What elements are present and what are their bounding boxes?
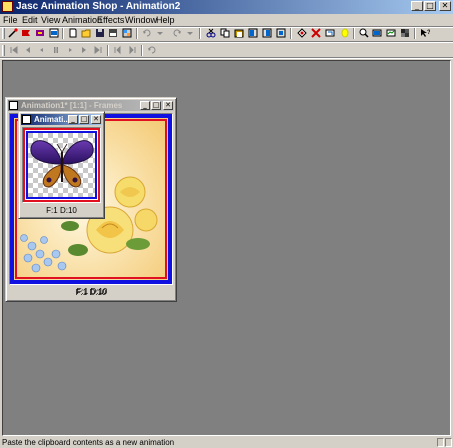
toolbar-grip[interactable] <box>2 45 5 56</box>
frame-info-label: F:1 D:10 <box>75 288 107 297</box>
frame-properties-icon[interactable] <box>340 28 350 38</box>
butterfly-image <box>23 128 100 202</box>
close-button[interactable]: ✕ <box>163 101 173 110</box>
zoom-icon[interactable] <box>359 28 369 38</box>
menu-help[interactable]: Help <box>156 14 175 26</box>
app-titlebar[interactable]: Jasc Animation Shop - Animation2 _ □ ✕ <box>0 0 453 14</box>
toolbar-separator <box>414 28 416 39</box>
undo-dropdown-icon[interactable] <box>155 28 165 38</box>
document-icon[interactable] <box>9 101 18 110</box>
status-pane <box>437 438 444 447</box>
app-title: Jasc Animation Shop - Animation2 <box>16 1 181 12</box>
effect-icon[interactable] <box>35 28 45 38</box>
app-window: Jasc Animation Shop - Animation2 _ □ ✕ F… <box>0 0 453 448</box>
divider <box>0 41 453 43</box>
palette-icon[interactable] <box>400 28 410 38</box>
play-icon[interactable] <box>65 45 75 55</box>
minimize-button[interactable]: _ <box>68 115 78 124</box>
help-icon[interactable]: ? <box>420 28 430 38</box>
paste-after-icon[interactable] <box>262 28 272 38</box>
menu-edit[interactable]: Edit <box>22 14 38 26</box>
close-button[interactable]: ✕ <box>91 115 101 124</box>
frames-window-title: Animation1* [1:1] - Frames <box>21 101 123 110</box>
browse-icon[interactable] <box>122 28 132 38</box>
paste-new-icon[interactable] <box>234 28 244 38</box>
next-frame-icon[interactable] <box>79 45 89 55</box>
open-icon[interactable] <box>81 28 91 38</box>
paste-before-icon[interactable] <box>248 28 258 38</box>
animation2-window[interactable]: Animati... _ □ ✕ F:1 D:10 <box>18 111 105 219</box>
paste-into-icon[interactable] <box>276 28 286 38</box>
toolbar-separator <box>141 45 143 56</box>
main-toolbar: ? <box>0 27 453 40</box>
optimize-icon[interactable] <box>386 28 396 38</box>
save-as-icon[interactable] <box>108 28 118 38</box>
menubar: File Edit View Animation Effects Window … <box>0 14 453 26</box>
step-back-icon[interactable] <box>113 45 123 55</box>
status-pane <box>445 438 452 447</box>
minimize-button[interactable]: _ <box>411 1 423 11</box>
toolbar-separator <box>136 28 138 39</box>
maximize-button[interactable]: □ <box>424 1 436 11</box>
mdi-workspace[interactable]: Animation1* [1:1] - Frames _ □ ✕ F:1 D:1… <box>2 60 451 436</box>
replace-color-icon[interactable] <box>297 28 307 38</box>
last-frame-icon[interactable] <box>93 45 103 55</box>
view-animation-icon[interactable] <box>372 28 382 38</box>
document-icon[interactable] <box>22 115 31 124</box>
menu-file[interactable]: File <box>3 14 18 26</box>
frame-info-label: F:1 D:10 <box>46 206 77 215</box>
statusbar: Paste the clipboard contents as a new an… <box>0 437 453 448</box>
close-button[interactable]: ✕ <box>439 1 451 11</box>
animation2-frame[interactable] <box>22 127 101 203</box>
app-icon[interactable] <box>2 1 13 12</box>
delete-icon[interactable] <box>311 28 321 38</box>
wizard-icon[interactable] <box>8 28 18 38</box>
prev-frame-icon[interactable] <box>23 45 33 55</box>
divider <box>0 57 453 59</box>
animation2-window-title: Animati... <box>34 115 71 124</box>
menu-effects[interactable]: Effects <box>97 14 124 26</box>
toolbar-separator <box>353 28 355 39</box>
new-icon[interactable] <box>68 28 78 38</box>
play-back-icon[interactable] <box>37 45 47 55</box>
redo-dropdown-icon[interactable] <box>185 28 195 38</box>
menu-window[interactable]: Window <box>125 14 157 26</box>
status-text: Paste the clipboard contents as a new an… <box>2 438 175 447</box>
stop-icon[interactable] <box>51 45 61 55</box>
banner-icon[interactable] <box>21 28 31 38</box>
toolbar-separator <box>107 45 109 56</box>
step-forward-icon[interactable] <box>127 45 137 55</box>
first-frame-icon[interactable] <box>9 45 19 55</box>
save-icon[interactable] <box>95 28 105 38</box>
undo-icon[interactable] <box>142 28 152 38</box>
crop-icon[interactable] <box>325 28 335 38</box>
video-icon[interactable] <box>49 28 59 38</box>
vcr-toolbar <box>0 44 453 57</box>
maximize-button[interactable]: □ <box>79 115 89 124</box>
toolbar-separator <box>199 28 201 39</box>
toolbar-separator <box>290 28 292 39</box>
maximize-button[interactable]: □ <box>151 101 161 110</box>
minimize-button[interactable]: _ <box>140 101 150 110</box>
toolbar-grip[interactable] <box>2 28 5 39</box>
svg-text:?: ? <box>427 30 430 36</box>
toolbar-separator <box>62 28 64 39</box>
cut-icon[interactable] <box>206 28 216 38</box>
animation2-window-titlebar[interactable]: Animati... _ □ ✕ <box>21 114 102 125</box>
menu-view[interactable]: View <box>41 14 60 26</box>
copy-icon[interactable] <box>220 28 230 38</box>
redo-icon[interactable] <box>172 28 182 38</box>
loop-icon[interactable] <box>147 45 157 55</box>
frames-window-titlebar[interactable]: Animation1* [1:1] - Frames _ □ ✕ <box>8 100 174 111</box>
